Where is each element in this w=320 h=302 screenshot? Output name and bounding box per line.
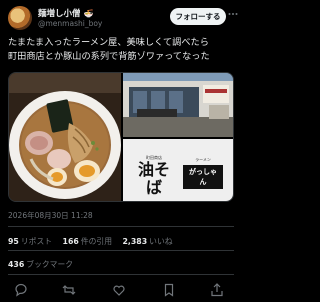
action-bar [0,282,240,298]
sign-right-title: がっしゃん [183,165,223,189]
tweet-line: たまたま入ったラーメン屋、美味しくて調べたら [8,37,209,48]
avatar[interactable] [8,6,32,30]
media-grid: 町田商店 油そば ラーメン がっしゃん [8,72,234,202]
divider [8,250,234,251]
follow-button[interactable]: フォローする [170,8,226,25]
reposts-stat[interactable]: 95 リポスト [8,237,52,246]
display-name[interactable]: 麺増し小僧 🍜 [38,7,93,19]
bookmark-icon[interactable] [162,282,176,297]
repost-icon[interactable] [62,282,76,296]
share-icon[interactable] [210,282,224,297]
display-name-text: 麺増し小僧 [38,9,81,19]
likes-label: いいね [149,237,173,246]
sign-right: ラーメン がっしゃん [183,157,223,189]
tweet-text: たまたま入ったラーメン屋、美味しくて調べたら 町田商店とか豚山の系列で背筋ゾワァ… [8,36,234,64]
divider [8,226,234,227]
shop-sign-photo[interactable]: 町田商店 油そば ラーメン がっしゃん [123,139,233,201]
post-timestamp[interactable]: 2026年08月30日 11:28 [8,210,93,221]
quotes-count: 166 [62,237,79,246]
bookmarks-count: 436 [8,260,25,269]
reply-icon[interactable] [14,282,28,297]
ramen-emoji: 🍜 [83,9,94,18]
more-icon[interactable] [228,9,238,19]
tweet-header: 麺増し小僧 🍜 @menmashi_boy フォローする [8,6,238,32]
ramen-photo[interactable] [9,73,121,201]
sign-left-title: 油そば [137,160,170,197]
bookmarks-stat[interactable]: 436 ブックマーク [8,259,73,270]
likes-stat[interactable]: 2,383 いいね [122,237,172,246]
quotes-label: 件の引用 [80,237,112,246]
sign-right-caption: ラーメン [195,157,211,162]
sign-left: 町田商店 油そば [137,155,171,197]
bookmarks-label: ブックマーク [26,260,74,269]
reposts-label: リポスト [20,237,53,246]
reposts-count: 95 [8,237,19,246]
likes-count: 2,383 [122,237,148,246]
quotes-stat[interactable]: 166 件の引用 [63,237,112,246]
shop-exterior-photo[interactable] [123,73,233,137]
like-icon[interactable] [112,282,126,296]
engagement-stats: 95 リポスト 166 件の引用 2,383 いいね [8,236,181,247]
user-handle[interactable]: @menmashi_boy [38,19,102,28]
tweet-line: 町田商店とか豚山の系列で背筋ゾワァってなった [8,51,210,62]
divider [8,274,234,275]
